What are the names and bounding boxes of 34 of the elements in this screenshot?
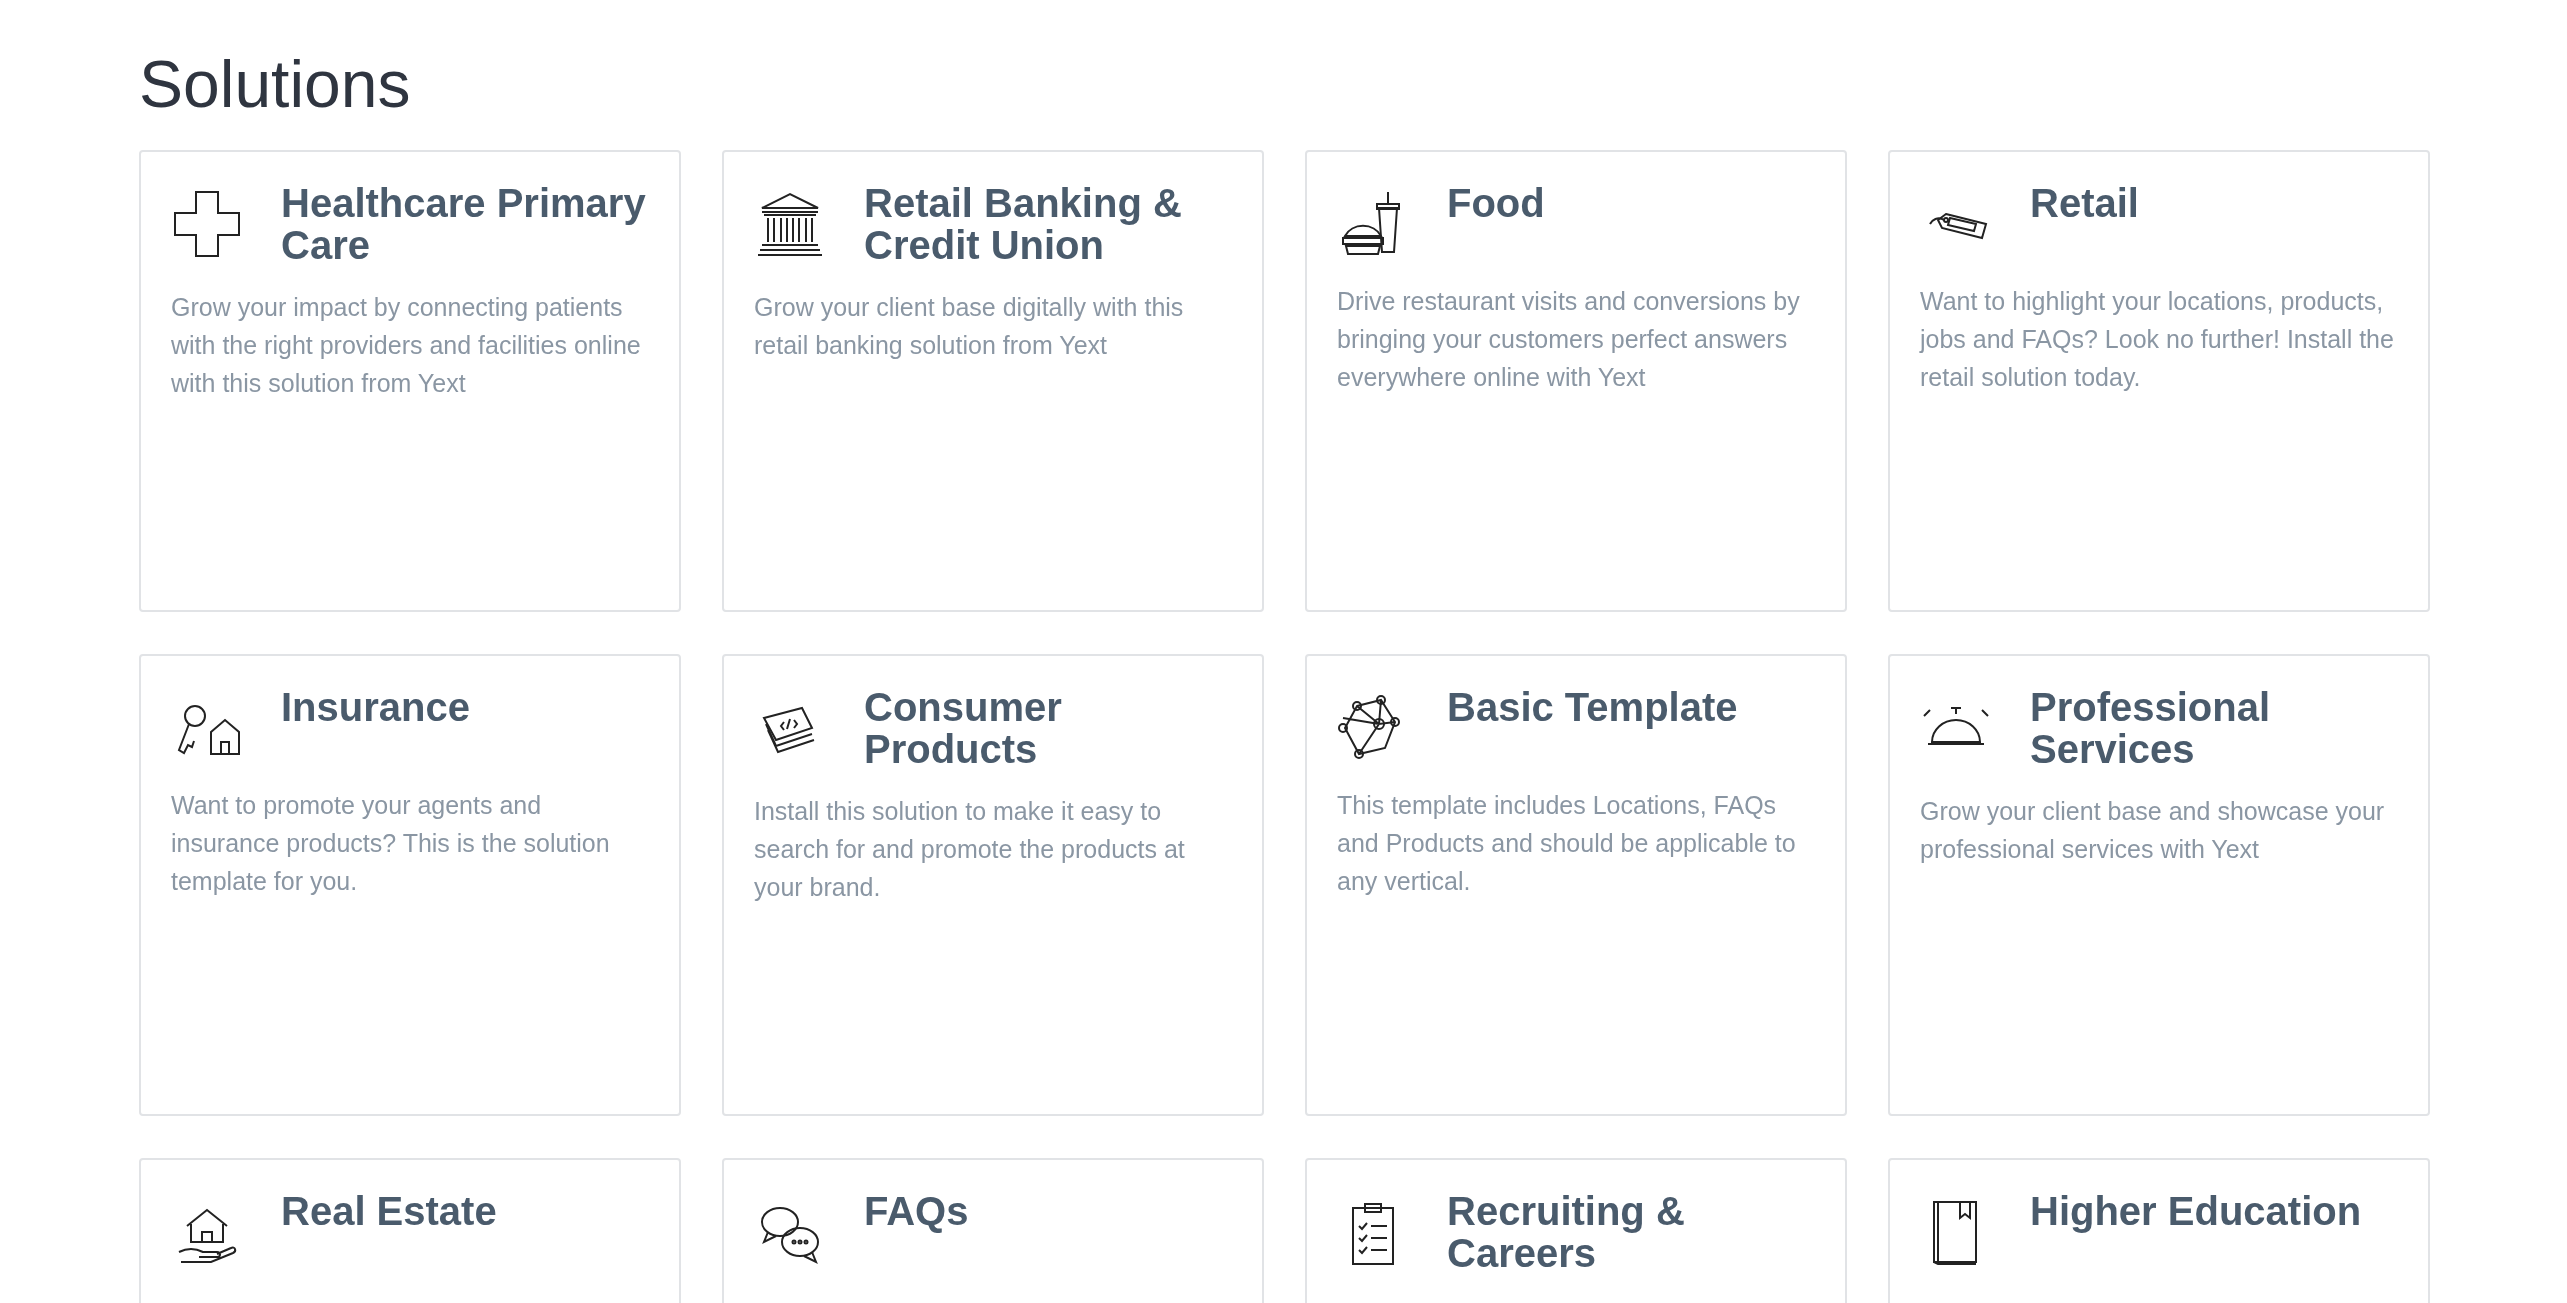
solution-card[interactable]: Real Estate bbox=[139, 1158, 681, 1303]
solution-description: Want to promote your agents and insurance products? This is the solution template for you. bbox=[171, 790, 611, 897]
solution-title: Food bbox=[1447, 182, 1545, 224]
solution-card[interactable]: FAQs bbox=[722, 1158, 1264, 1303]
solution-title: Higher Education bbox=[2030, 1190, 2362, 1232]
solution-card[interactable]: Consumer Products Install this solution to make it easy to search for and promote the products at your brand. bbox=[722, 654, 1264, 1116]
solution-card[interactable]: Retail Banking & Credit Union Grow your client base digitally with this retail banking solution from Yext bbox=[722, 150, 1264, 612]
solution-card[interactable]: Professional Services Grow your client base and showcase your professional services with Yext bbox=[1888, 654, 2430, 1116]
solution-title: Retail bbox=[2030, 182, 2139, 224]
solution-card[interactable]: Food Drive restaurant visits and conversions by bringing your customers perfect answers everywhere online with Yext bbox=[1305, 150, 1847, 612]
solution-title: Real Estate bbox=[281, 1190, 497, 1232]
solution-title: Insurance bbox=[281, 686, 470, 728]
solution-description: Grow your client base and showcase your professional services with Yext bbox=[1920, 796, 2386, 865]
solution-card[interactable]: Healthcare Primary Care Grow your impact by connecting patients with the right providers and facilities online with this solution from Yext bbox=[139, 150, 681, 612]
solution-title: Basic Template bbox=[1447, 686, 1738, 728]
solution-card[interactable]: Basic Template This template includes Locations, FAQs and Products and should be applicable to any vertical. bbox=[1305, 654, 1847, 1116]
solution-card[interactable]: Recruiting & Careers bbox=[1305, 1158, 1847, 1303]
cross-icon bbox=[171, 188, 243, 260]
solution-title: Professional Services bbox=[2030, 686, 2272, 770]
solution-description: This template includes Locations, FAQs and Products and should be applicable to any vertical. bbox=[1337, 790, 1797, 897]
solution-description: Drive restaurant visits and conversions by bringing your customers perfect answers everywhere online with Yext bbox=[1337, 286, 1801, 393]
solution-card[interactable]: Higher Education bbox=[1888, 1158, 2430, 1303]
solution-card[interactable]: Retail Want to highlight your locations, products, jobs and FAQs? Look no further! Install the retail solution today. bbox=[1888, 150, 2430, 612]
solution-description: Install this solution to make it easy to search for and promote the products at your brand. bbox=[754, 796, 1186, 903]
solution-description: Want to highlight your locations, products, jobs and FAQs? Look no further! Install the retail solution today. bbox=[1920, 286, 2395, 393]
solution-title: FAQs bbox=[864, 1190, 969, 1232]
solution-title: Healthcare Primary Care bbox=[281, 182, 647, 266]
solution-title: Retail Banking & Credit Union bbox=[864, 182, 1183, 266]
page-title: Solutions bbox=[139, 46, 412, 123]
solution-card[interactable]: Insurance Want to promote your agents and insurance products? This is the solution template for you. bbox=[139, 654, 681, 1116]
solution-title: Consumer Products bbox=[864, 686, 1063, 770]
solution-description: Grow your client base digitally with this retail banking solution from Yext bbox=[754, 292, 1185, 361]
solution-title: Recruiting & Careers bbox=[1447, 1190, 1686, 1274]
solution-description: Grow your impact by connecting patients with the right providers and facilities online with this solution from Yext bbox=[171, 292, 642, 399]
